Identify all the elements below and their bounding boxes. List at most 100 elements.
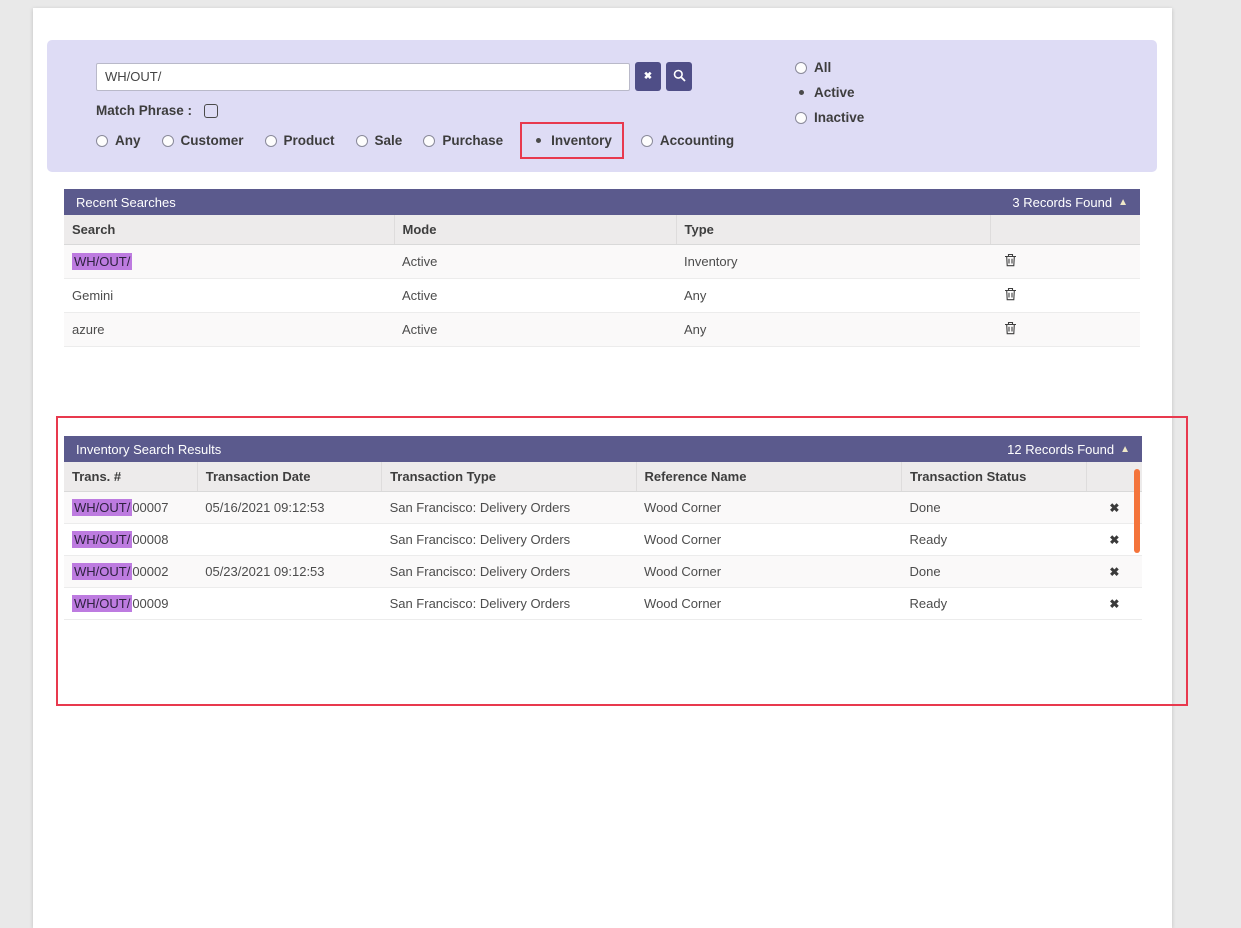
inventory-results-header: Inventory Search Results 12 Records Foun…	[64, 436, 1142, 462]
table-row: Gemini Active Any	[64, 279, 1140, 313]
status-cell: Done	[902, 556, 1087, 588]
close-icon: ✖	[644, 71, 652, 82]
search-button[interactable]	[666, 62, 692, 91]
radio-icon	[423, 135, 435, 147]
remove-result-button[interactable]: ✖	[1109, 565, 1119, 579]
mode-cell: Active	[394, 245, 676, 279]
radio-product[interactable]: Product	[265, 133, 335, 148]
radio-any[interactable]: Any	[96, 133, 141, 148]
delete-search-button[interactable]	[1004, 287, 1017, 304]
radio-label: Active	[814, 85, 855, 100]
date-cell: 05/23/2021 09:12:53	[197, 556, 381, 588]
radio-sale[interactable]: Sale	[356, 133, 403, 148]
category-radio-group: Any Customer Product Sale Purchase	[96, 133, 1157, 148]
column-header-reference: Reference Name	[636, 462, 901, 492]
radio-label: Inventory	[551, 133, 612, 148]
trans-number: 00009	[132, 596, 168, 611]
radio-label: Product	[284, 133, 335, 148]
clear-search-button[interactable]: ✖	[635, 62, 661, 91]
table-header-row: Search Mode Type	[64, 215, 1140, 245]
search-term: WH/OUT/	[72, 253, 132, 270]
match-phrase-checkbox[interactable]	[204, 104, 218, 118]
radio-inactive[interactable]: Inactive	[795, 110, 864, 125]
annotation-box-inventory-radio: Inventory	[520, 122, 624, 159]
trash-icon	[1004, 289, 1017, 304]
annotation-box-inventory-results: Inventory Search Results 12 Records Foun…	[56, 416, 1188, 706]
status-cell: Ready	[902, 588, 1087, 620]
trans-prefix: WH/OUT/	[72, 531, 132, 548]
radio-label: Purchase	[442, 133, 503, 148]
type-cell: San Francisco: Delivery Orders	[382, 492, 636, 524]
radio-label: Accounting	[660, 133, 734, 148]
table-header-row: Trans. # Transaction Date Transaction Ty…	[64, 462, 1142, 492]
column-header-type: Transaction Type	[382, 462, 636, 492]
search-input[interactable]	[96, 63, 630, 91]
radio-purchase[interactable]: Purchase	[423, 133, 503, 148]
remove-result-button[interactable]: ✖	[1109, 501, 1119, 515]
status-radio-group: All Active Inactive	[795, 60, 864, 125]
radio-label: Sale	[375, 133, 403, 148]
recent-searches-table: Search Mode Type WH/OUT/ Active Inventor…	[64, 215, 1140, 347]
table-row: WH/OUT/00009 San Francisco: Delivery Ord…	[64, 588, 1142, 620]
delete-search-button[interactable]	[1004, 253, 1017, 270]
reference-cell: Wood Corner	[636, 524, 901, 556]
type-cell: Inventory	[676, 245, 990, 279]
records-found-label: 12 Records Found	[1007, 442, 1114, 457]
radio-label: Any	[115, 133, 141, 148]
main-card: ✖ Match Phrase : Any Cu	[33, 8, 1172, 928]
magnifier-icon	[673, 69, 686, 85]
radio-icon	[265, 135, 277, 147]
radio-icon	[96, 135, 108, 147]
radio-icon	[795, 87, 807, 99]
table-row: WH/OUT/00007 05/16/2021 09:12:53 San Fra…	[64, 492, 1142, 524]
vertical-scrollbar[interactable]	[1134, 469, 1140, 553]
column-header-trans: Trans. #	[64, 462, 197, 492]
table-row: WH/OUT/00008 San Francisco: Delivery Ord…	[64, 524, 1142, 556]
radio-accounting[interactable]: Accounting	[641, 133, 734, 148]
date-cell	[197, 588, 381, 620]
section-title: Inventory Search Results	[76, 442, 221, 457]
records-found-toggle[interactable]: 12 Records Found ▲	[1007, 442, 1130, 457]
date-cell	[197, 524, 381, 556]
type-cell: San Francisco: Delivery Orders	[382, 588, 636, 620]
trans-number: 00002	[132, 564, 168, 579]
radio-icon	[795, 62, 807, 74]
mode-cell: Active	[394, 313, 676, 347]
column-header-mode: Mode	[394, 215, 676, 245]
reference-cell: Wood Corner	[636, 588, 901, 620]
column-header-type: Type	[676, 215, 990, 245]
trans-prefix: WH/OUT/	[72, 563, 132, 580]
status-cell: Done	[902, 492, 1087, 524]
remove-result-button[interactable]: ✖	[1109, 597, 1119, 611]
trans-prefix: WH/OUT/	[72, 499, 132, 516]
radio-active[interactable]: Active	[795, 85, 864, 100]
records-found-toggle[interactable]: 3 Records Found ▲	[1012, 195, 1128, 210]
match-phrase-row: Match Phrase :	[96, 103, 1157, 118]
column-header-date: Transaction Date	[197, 462, 381, 492]
collapse-icon[interactable]: ▲	[1120, 444, 1130, 455]
inventory-results-section: Inventory Search Results 12 Records Foun…	[64, 436, 1142, 620]
collapse-icon[interactable]: ▲	[1118, 197, 1128, 208]
trans-number: 00008	[132, 532, 168, 547]
radio-all[interactable]: All	[795, 60, 864, 75]
delete-search-button[interactable]	[1004, 321, 1017, 338]
search-row: ✖	[96, 62, 1157, 91]
column-header-actions	[990, 215, 1140, 245]
remove-result-button[interactable]: ✖	[1109, 533, 1119, 547]
radio-icon	[795, 112, 807, 124]
radio-label: All	[814, 60, 831, 75]
search-term: Gemini	[72, 288, 113, 303]
reference-cell: Wood Corner	[636, 556, 901, 588]
records-found-label: 3 Records Found	[1012, 195, 1112, 210]
column-header-status: Transaction Status	[902, 462, 1087, 492]
match-phrase-label: Match Phrase :	[96, 103, 192, 118]
reference-cell: Wood Corner	[636, 492, 901, 524]
date-cell: 05/16/2021 09:12:53	[197, 492, 381, 524]
radio-inventory[interactable]: Inventory	[532, 133, 612, 148]
section-title: Recent Searches	[76, 195, 176, 210]
radio-icon	[356, 135, 368, 147]
table-row: azure Active Any	[64, 313, 1140, 347]
column-header-search: Search	[64, 215, 394, 245]
radio-customer[interactable]: Customer	[162, 133, 244, 148]
type-cell: Any	[676, 313, 990, 347]
